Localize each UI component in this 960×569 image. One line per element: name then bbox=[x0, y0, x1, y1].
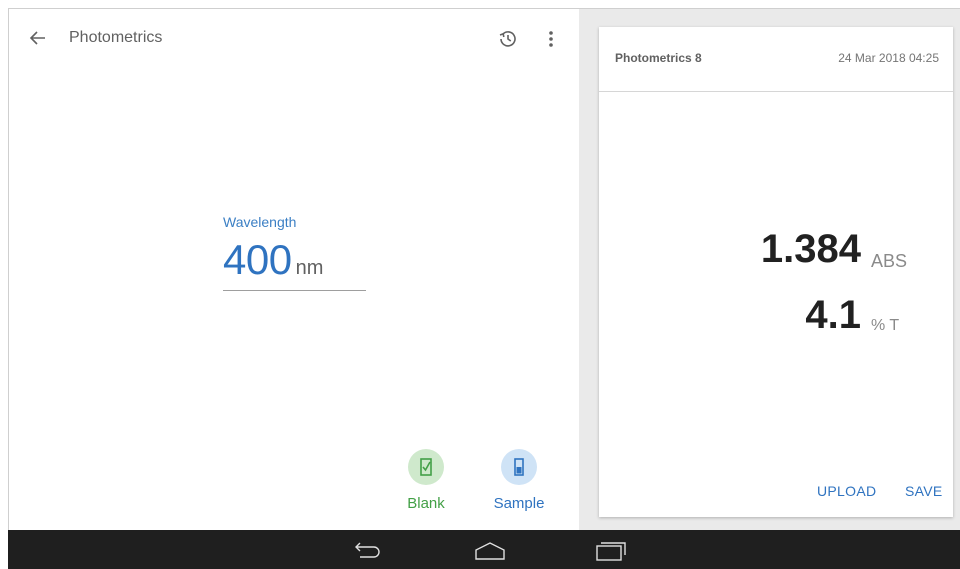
wavelength-value: 400 bbox=[223, 236, 292, 283]
transmittance-value: 4.1 bbox=[805, 293, 861, 337]
nav-recents-icon bbox=[596, 542, 626, 561]
sample-cuvette-icon bbox=[514, 458, 524, 476]
history-button[interactable] bbox=[495, 26, 521, 52]
sample-icon-circle bbox=[501, 449, 537, 485]
app-bar: Photometrics bbox=[9, 9, 579, 65]
sample-button[interactable]: Sample bbox=[487, 449, 551, 512]
absorbance-unit: ABS bbox=[871, 251, 908, 271]
upload-button[interactable]: UPLOAD bbox=[817, 483, 876, 499]
arrow-left-icon bbox=[29, 31, 45, 45]
transmittance-reading: 4.1 bbox=[805, 293, 861, 338]
result-date: 24 Mar 2018 04:25 bbox=[838, 51, 939, 65]
blank-button[interactable]: Blank bbox=[403, 449, 449, 512]
result-card: Photometrics 8 24 Mar 2018 04:25 1.384 A… bbox=[599, 27, 953, 517]
wavelength-value-row: 400 nm bbox=[223, 236, 366, 284]
nav-recents-button[interactable] bbox=[592, 538, 632, 562]
nav-home-button[interactable] bbox=[470, 538, 510, 562]
nav-home-icon bbox=[475, 542, 505, 560]
back-button[interactable] bbox=[25, 25, 51, 51]
wavelength-underline bbox=[223, 290, 366, 291]
wavelength-unit: nm bbox=[295, 257, 324, 279]
nav-back-icon bbox=[355, 542, 380, 558]
history-icon bbox=[499, 31, 516, 47]
absorbance-reading: 1.384 bbox=[761, 227, 861, 272]
page-title: Photometrics bbox=[69, 29, 163, 46]
absorbance-value: 1.384 bbox=[760, 227, 861, 271]
more-vert-icon bbox=[549, 31, 553, 47]
wavelength-field[interactable]: Wavelength 400 nm bbox=[223, 214, 366, 291]
transmittance-unit: % T bbox=[871, 317, 900, 334]
result-card-header: Photometrics 8 24 Mar 2018 04:25 bbox=[599, 27, 953, 92]
result-title: Photometrics 8 bbox=[615, 51, 702, 65]
sample-label: Sample bbox=[493, 495, 545, 512]
save-button[interactable]: SAVE bbox=[905, 483, 943, 499]
measurement-pane: Photometrics Wavelength 400 nm Blank Sam… bbox=[9, 9, 579, 530]
more-options-button[interactable] bbox=[539, 26, 563, 52]
nav-back-button[interactable] bbox=[348, 538, 388, 562]
app-screen: Photometrics Wavelength 400 nm Blank Sam… bbox=[8, 8, 960, 530]
wavelength-label: Wavelength bbox=[223, 214, 297, 230]
blank-icon-circle bbox=[408, 449, 444, 485]
result-pane: Photometrics 8 24 Mar 2018 04:25 1.384 A… bbox=[579, 9, 960, 530]
blank-label: Blank bbox=[407, 495, 445, 512]
blank-cuvette-icon bbox=[420, 458, 432, 476]
system-nav-bar bbox=[8, 530, 960, 569]
